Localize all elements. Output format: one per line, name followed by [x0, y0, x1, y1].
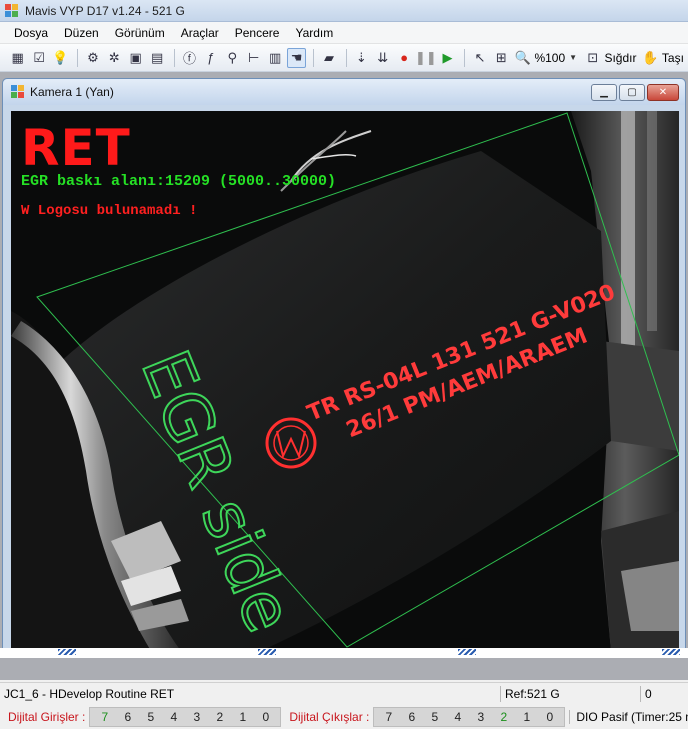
fit-button[interactable]: Sığdır	[604, 51, 636, 65]
logo-missing-message: W Logosu bulunamadı !	[21, 203, 198, 219]
input-bit-4: 4	[170, 709, 178, 724]
pause-icon[interactable]: ❚❚	[415, 48, 437, 68]
output-bit-1: 1	[523, 709, 531, 724]
camera-photo: TR RS-04L 131 521 G-V020 26/1 PM/AEM/ARA…	[11, 111, 679, 651]
gears-icon[interactable]: ✲	[105, 48, 124, 68]
camera-window-icon	[11, 85, 25, 99]
probe-icon[interactable]: ⚲	[223, 48, 242, 68]
step-over-icon[interactable]: ⇊	[373, 48, 392, 68]
dio-status: DIO Pasif (Timer:25 ms.)	[569, 709, 688, 724]
app-title: Mavis VYP D17 v1.24 - 521 G	[25, 3, 185, 18]
menu-yardim[interactable]: Yardım	[287, 23, 341, 43]
ruler-icon[interactable]: ⊢	[244, 48, 263, 68]
input-bit-3: 3	[193, 709, 201, 724]
input-bit-5: 5	[147, 709, 155, 724]
checklist-icon[interactable]: ☑	[29, 48, 48, 68]
input-bit-7: 7	[101, 709, 109, 724]
digital-inputs: 7 6 5 4 3 2 1 0	[89, 706, 282, 727]
move-button[interactable]: Taşı	[662, 51, 684, 65]
input-bit-2: 2	[216, 709, 224, 724]
play-icon[interactable]: ▶	[438, 48, 457, 68]
toolbar-separator	[77, 48, 79, 67]
reference-status: Ref:521 G	[500, 685, 640, 702]
image-icon[interactable]: ▣	[126, 48, 145, 68]
save-icon[interactable]: ▤	[147, 48, 166, 68]
input-bit-0: 0	[262, 709, 270, 724]
routine-status: JC1_6 - HDevelop Routine RET	[4, 686, 175, 701]
settings-gear-icon[interactable]: ⚙	[83, 48, 102, 68]
output-bit-7: 7	[385, 709, 393, 724]
formula-icon[interactable]: ƒ	[201, 48, 220, 68]
hidden-window-strip	[0, 648, 688, 658]
step-in-icon[interactable]: ⇣	[352, 48, 371, 68]
lightbulb-icon[interactable]: 💡	[51, 48, 70, 68]
menu-araclar[interactable]: Araçlar	[173, 23, 227, 43]
move-hand-icon[interactable]: ✋	[640, 48, 659, 68]
digital-io-bar: Dijital Girişler : 7 6 5 4 3 2 1 0 Dijit…	[0, 704, 688, 729]
maximize-button[interactable]: ▢	[619, 83, 645, 101]
decoration	[458, 649, 476, 655]
toolbar-separator	[464, 48, 466, 67]
decoration	[58, 649, 76, 655]
chevron-down-icon[interactable]: ▼	[569, 53, 577, 62]
app-logo-icon	[4, 3, 20, 19]
output-bit-4: 4	[454, 709, 462, 724]
menu-gorunum[interactable]: Görünüm	[107, 23, 173, 43]
input-bit-1: 1	[239, 709, 247, 724]
camera-image[interactable]: TR RS-04L 131 521 G-V020 26/1 PM/AEM/ARA…	[11, 111, 679, 651]
app-title-bar[interactable]: Mavis VYP D17 v1.24 - 521 G	[0, 0, 688, 22]
output-bit-2: 2	[500, 709, 508, 724]
decoration	[662, 649, 680, 655]
minimize-button[interactable]: ▁	[591, 83, 617, 101]
egr-area-readout: EGR baskı alanı:15209 (5000..30000)	[21, 173, 337, 190]
main-toolbar: ▦ ☑ 💡 ⚙ ✲ ▣ ▤ ⓕ ƒ ⚲ ⊢ ▥ ☚ ▰ ⇣ ⇊ ● ❚❚ ▶ ↖…	[0, 44, 688, 72]
grid-icon[interactable]: ▦	[8, 48, 27, 68]
menu-bar: Dosya Düzen Görünüm Araçlar Pencere Yard…	[0, 22, 688, 44]
record-icon[interactable]: ●	[394, 48, 413, 68]
counter-status: 0	[640, 685, 652, 702]
crosshair-select-icon[interactable]: ⊞	[492, 48, 511, 68]
camera-window-title-bar[interactable]: Kamera 1 (Yan) ▁ ▢ ✕	[3, 79, 685, 105]
toolbar-separator	[313, 48, 315, 67]
camera-window[interactable]: Kamera 1 (Yan) ▁ ▢ ✕ TR RS-04L 131 521 G…	[2, 78, 686, 656]
menu-duzen[interactable]: Düzen	[56, 23, 107, 43]
status-bar: JC1_6 - HDevelop Routine RET Ref:521 G 0	[0, 682, 688, 704]
result-label: RET	[21, 119, 131, 177]
menu-pencere[interactable]: Pencere	[227, 23, 288, 43]
calculator-icon[interactable]: ▥	[265, 48, 284, 68]
output-bit-0: 0	[546, 709, 554, 724]
digital-outputs: 7 6 5 4 3 2 1 0	[373, 706, 566, 727]
zoom-icon[interactable]: 🔍	[513, 48, 532, 68]
zoom-level[interactable]: %100	[534, 51, 565, 65]
function-search-icon[interactable]: ⓕ	[180, 48, 199, 68]
decoration	[258, 649, 276, 655]
toolbar-separator	[173, 48, 175, 67]
toolbar-separator	[345, 48, 347, 67]
digital-inputs-label: Dijital Girişler :	[8, 709, 86, 724]
fit-icon[interactable]: ⊡	[583, 48, 602, 68]
book-icon[interactable]: ▰	[319, 48, 338, 68]
mdi-workspace: Kamera 1 (Yan) ▁ ▢ ✕ TR RS-04L 131 521 G…	[0, 72, 688, 680]
camera-window-title: Kamera 1 (Yan)	[30, 85, 114, 99]
close-button[interactable]: ✕	[647, 83, 679, 101]
menu-dosya[interactable]: Dosya	[6, 23, 56, 43]
output-bit-5: 5	[431, 709, 439, 724]
output-bit-3: 3	[477, 709, 485, 724]
digital-outputs-label: Dijital Çıkışlar :	[289, 709, 370, 724]
input-bit-6: 6	[124, 709, 132, 724]
output-bit-6: 6	[408, 709, 416, 724]
pointer-icon[interactable]: ↖	[470, 48, 489, 68]
inspect-hand-icon[interactable]: ☚	[286, 47, 307, 68]
